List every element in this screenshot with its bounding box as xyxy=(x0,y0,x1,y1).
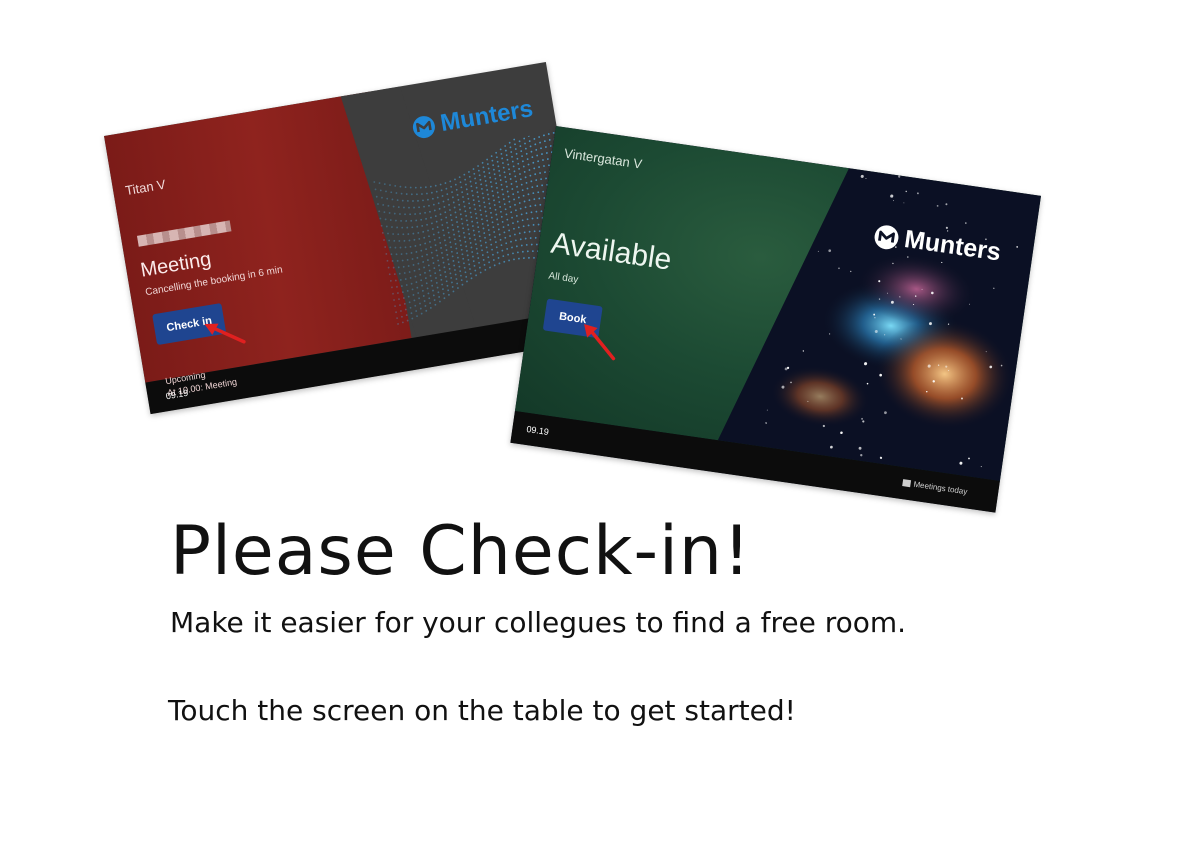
instruction: Touch the screen on the table to get sta… xyxy=(168,694,796,727)
headline: Please Check-in! xyxy=(170,512,752,591)
calendar-icon xyxy=(902,479,912,488)
munters-logo: Munters xyxy=(410,95,535,143)
arrow-pointer-icon xyxy=(584,324,616,361)
munters-logo-icon xyxy=(874,224,899,249)
munters-logo-icon xyxy=(412,116,435,139)
room-screen-titan: Munters Titan V Meeting Cancelling the b… xyxy=(104,62,593,415)
subline: Make it easier for your collegues to fin… xyxy=(170,606,907,639)
logo-text: Munters xyxy=(438,95,535,138)
room-screen-vintergatan: Munters Vintergatan V Available All day … xyxy=(510,126,1041,513)
